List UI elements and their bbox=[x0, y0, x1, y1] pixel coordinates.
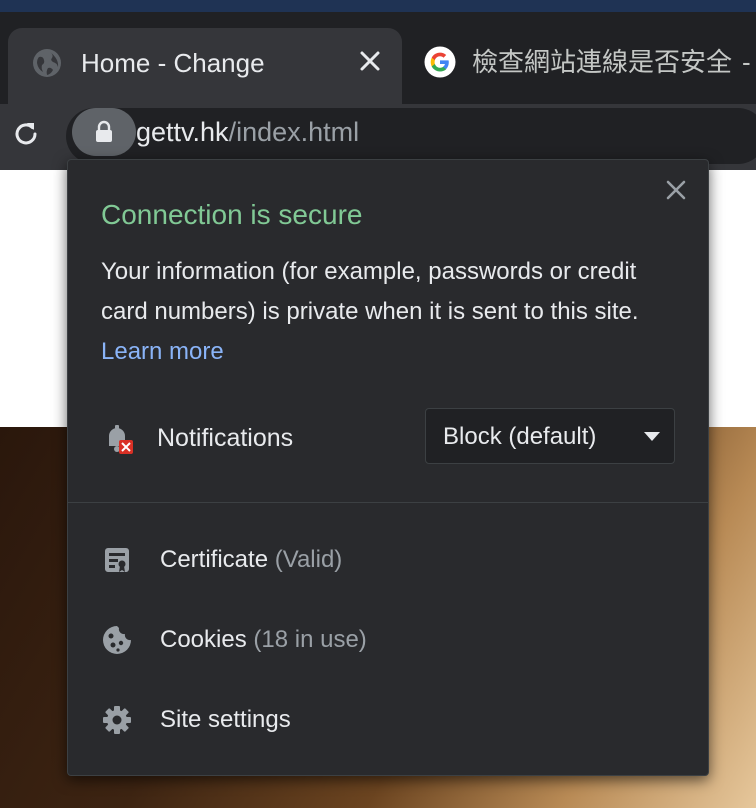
site-info-popup: Connection is secure Your information (f… bbox=[67, 159, 709, 776]
tab-strip: Home - Change 檢查網站連線是否安全 - bbox=[0, 12, 756, 104]
url-path: /index.html bbox=[228, 117, 360, 147]
divider bbox=[68, 502, 708, 503]
gear-icon bbox=[103, 706, 131, 734]
notifications-row: Notifications Block (default) bbox=[68, 408, 708, 468]
site-settings-label: Site settings bbox=[160, 706, 291, 733]
tab-check-site-security[interactable]: 檢查網站連線是否安全 - bbox=[412, 28, 756, 104]
certificate-icon bbox=[105, 548, 129, 572]
lock-icon bbox=[96, 120, 112, 142]
certificate-item[interactable]: Certificate (Valid) bbox=[68, 530, 708, 590]
cookies-label: Cookies (18 in use) bbox=[160, 624, 367, 656]
connection-status-heading: Connection is secure bbox=[101, 199, 363, 230]
google-logo-icon bbox=[424, 46, 456, 78]
cookie-icon bbox=[103, 626, 131, 654]
certificate-status: (Valid) bbox=[274, 546, 343, 573]
cookies-item[interactable]: Cookies (18 in use) bbox=[68, 610, 708, 670]
reload-icon[interactable] bbox=[10, 118, 42, 150]
tab-title-overflow: - bbox=[742, 47, 751, 77]
connection-description: Your information (for example, passwords… bbox=[101, 252, 687, 372]
tab-home-change[interactable]: Home - Change bbox=[8, 28, 402, 104]
tab-title: Home - Change bbox=[81, 48, 265, 78]
learn-more-link[interactable]: Learn more bbox=[101, 338, 224, 365]
certificate-text: Certificate bbox=[160, 546, 269, 573]
notifications-select[interactable]: Block (default) bbox=[425, 408, 675, 464]
notifications-label: Notifications bbox=[157, 424, 294, 452]
close-tab-icon[interactable] bbox=[358, 49, 382, 73]
site-settings-item[interactable]: Site settings bbox=[68, 690, 708, 750]
certificate-label: Certificate (Valid) bbox=[160, 544, 342, 576]
cookies-text: Cookies bbox=[160, 626, 247, 653]
tab-title: 檢查網站連線是否安全 bbox=[472, 47, 733, 77]
site-info-button[interactable] bbox=[72, 108, 136, 156]
cookies-count: (18 in use) bbox=[253, 626, 367, 653]
notifications-select-value: Block (default) bbox=[443, 423, 597, 450]
address-url[interactable]: gettv.hk/index.html bbox=[136, 116, 359, 148]
bell-blocked-icon bbox=[109, 425, 133, 454]
chevron-down-icon bbox=[644, 432, 660, 441]
url-host: gettv.hk bbox=[136, 117, 229, 147]
window-top-strip bbox=[0, 0, 756, 12]
globe-icon bbox=[33, 49, 61, 77]
description-text: Your information (for example, passwords… bbox=[101, 258, 639, 325]
close-popup-icon[interactable] bbox=[664, 178, 688, 202]
